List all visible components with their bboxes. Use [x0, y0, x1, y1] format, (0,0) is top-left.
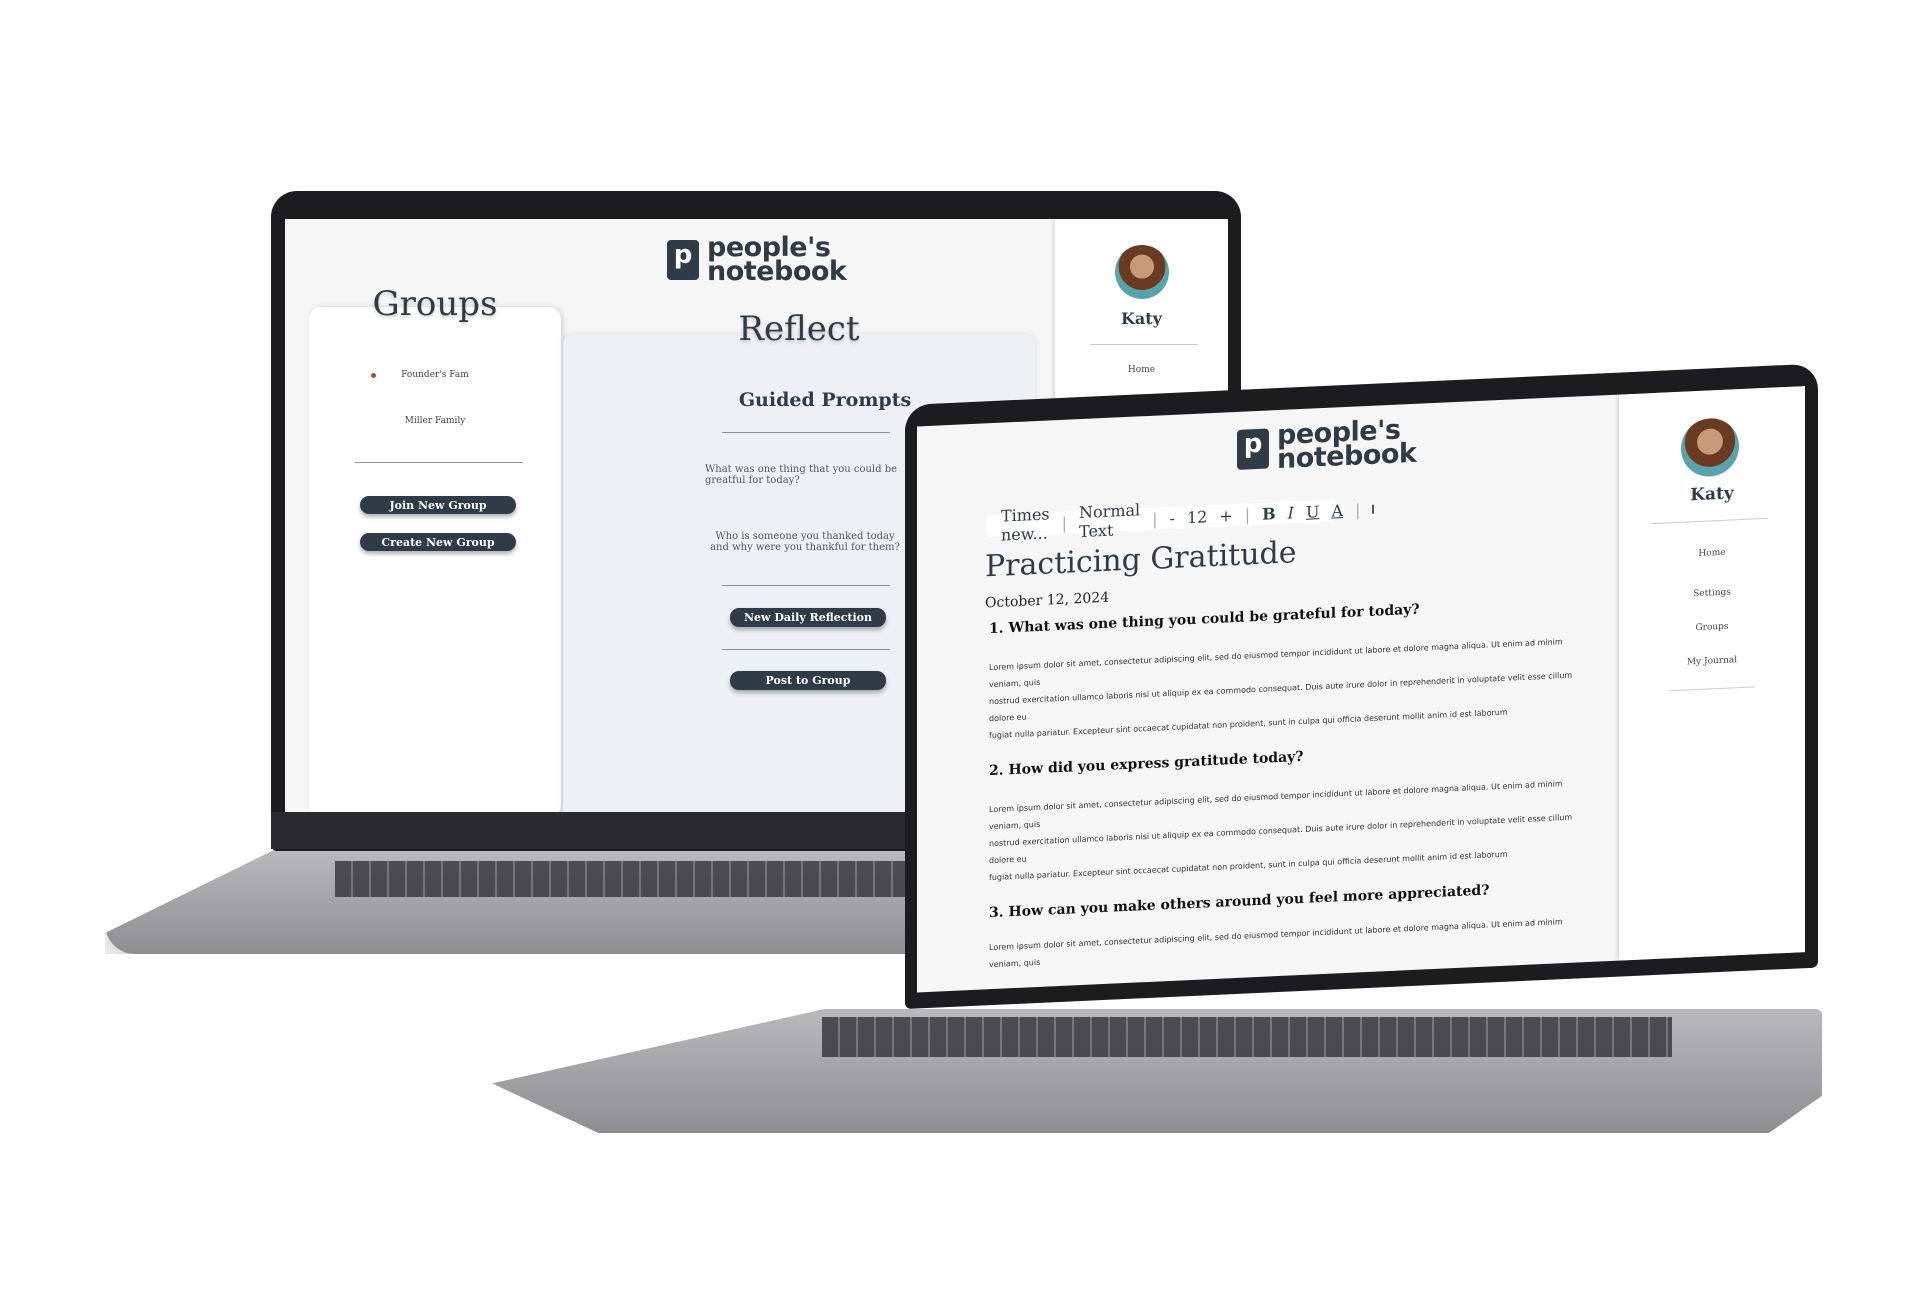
- user-avatar[interactable]: [1681, 417, 1739, 478]
- entry-section-3: 3. How can you make others around you fe…: [989, 878, 1589, 973]
- prompt-2[interactable]: Who is someone you thanked today and why…: [705, 531, 905, 553]
- image-icon[interactable]: [1372, 504, 1375, 514]
- groups-title: Groups: [372, 284, 498, 324]
- prompts-divider-bottom: [722, 649, 890, 650]
- user-name: Katy: [1121, 309, 1162, 328]
- group-item-miller-family[interactable]: Miller Family: [309, 416, 561, 426]
- prompts-divider-top: [722, 432, 890, 433]
- create-new-group-button[interactable]: Create New Group: [360, 533, 516, 551]
- font-family-select[interactable]: Times new...: [1001, 504, 1050, 544]
- right-profile-sidebar: Katy Home Settings Groups My Journal: [1619, 386, 1805, 961]
- notebook-logo-icon: p: [1237, 428, 1269, 470]
- sidebar-divider-bottom: [1669, 686, 1755, 692]
- brand-line2: notebook: [1277, 437, 1417, 476]
- font-size-decrease[interactable]: -: [1170, 508, 1175, 527]
- italic-button[interactable]: I: [1288, 503, 1294, 522]
- brand-logo: p people's notebook: [1237, 415, 1417, 476]
- editor-toolbar: Times new... | Normal Text | - 12 + | B I U…: [985, 499, 1375, 545]
- entry-date: October 12, 2024: [985, 589, 1110, 612]
- font-size-increase[interactable]: +: [1219, 506, 1232, 526]
- sidebar-divider-top: [1652, 517, 1768, 525]
- nav-settings[interactable]: Settings: [1619, 584, 1805, 602]
- text-style-select[interactable]: Normal Text: [1079, 500, 1140, 541]
- font-size-value[interactable]: 12: [1187, 507, 1207, 527]
- prompts-divider-mid: [722, 585, 890, 586]
- underline-button[interactable]: U: [1306, 502, 1319, 522]
- prompt-1[interactable]: What was one thing that you could be gre…: [705, 464, 905, 486]
- right-laptop-screen: p people's notebook Times new... | Normal …: [917, 386, 1805, 993]
- entry-section-2: 2. How did you express gratitude today? …: [989, 736, 1589, 886]
- brand-logo: p people's notebook: [667, 234, 847, 287]
- right-keyboard: [822, 1017, 1672, 1057]
- reflect-title: Reflect: [738, 309, 860, 349]
- nav-home[interactable]: Home: [1619, 544, 1805, 562]
- nav-groups[interactable]: Groups: [1619, 618, 1805, 636]
- right-laptop-base: [492, 1009, 1822, 1133]
- nav-my-journal[interactable]: My Journal: [1619, 652, 1805, 670]
- entry-section-1: 1. What was one thing you could be grate…: [989, 594, 1589, 744]
- group-item-founders-fam[interactable]: Founder's Fam: [309, 370, 561, 380]
- text-color-button[interactable]: A: [1331, 501, 1343, 521]
- bold-button[interactable]: B: [1262, 504, 1276, 524]
- groups-divider: [355, 462, 523, 463]
- user-avatar[interactable]: [1115, 245, 1169, 299]
- groups-panel: [309, 307, 561, 812]
- new-daily-reflection-button[interactable]: New Daily Reflection: [730, 608, 886, 627]
- right-laptop: p people's notebook Times new... | Normal …: [905, 363, 1818, 1010]
- sidebar-divider: [1090, 344, 1198, 345]
- join-new-group-button[interactable]: Join New Group: [360, 496, 516, 514]
- post-to-group-button[interactable]: Post to Group: [730, 671, 886, 690]
- brand-line2: notebook: [707, 256, 847, 287]
- nav-home[interactable]: Home: [1055, 365, 1228, 375]
- user-name: Katy: [1690, 483, 1734, 506]
- notebook-logo-icon: p: [667, 240, 699, 280]
